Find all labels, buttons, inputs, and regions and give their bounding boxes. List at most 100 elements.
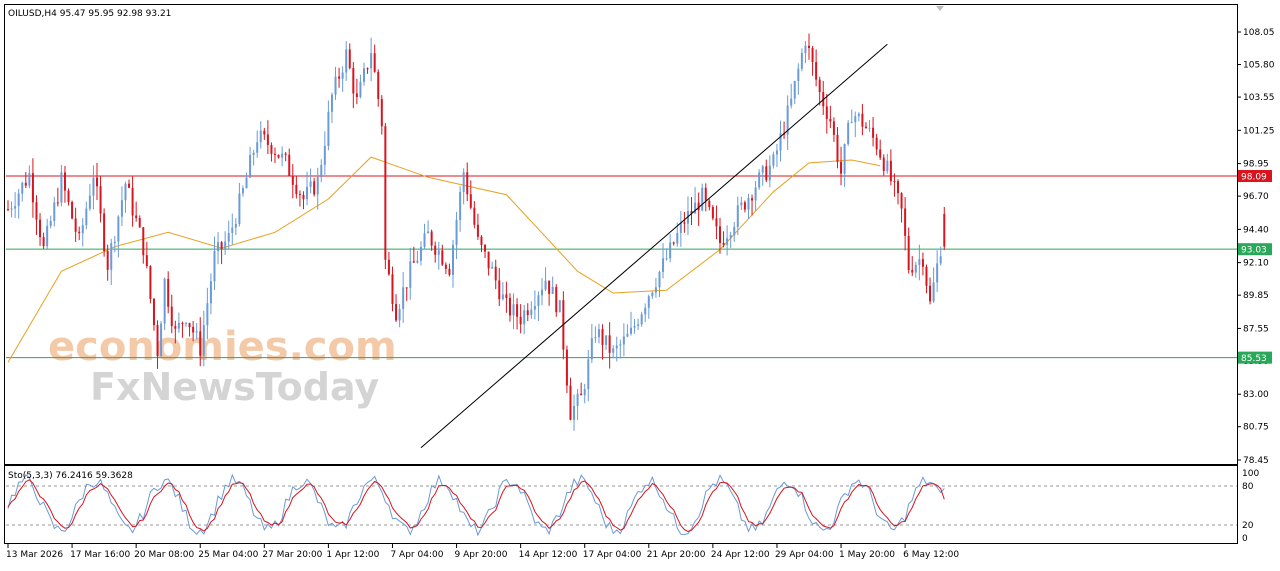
candle-body [217,242,220,252]
candle-body [537,295,540,306]
candle-body [601,329,604,345]
candle-body [590,338,593,360]
candle-body [28,173,31,186]
candle-body [505,294,508,299]
oscillator-header: Sto(5,3,3) 76.2416 59.3628 [8,471,133,481]
candle-body [277,154,280,158]
candle-body [583,389,586,396]
candle-body [412,261,415,263]
candle-body [330,94,333,112]
candle-body [907,235,910,271]
candle-body [516,304,519,317]
candle-body [612,348,615,353]
candle-body [847,122,850,144]
candle-body [897,181,899,194]
candle-body [676,232,679,244]
candle-body [508,298,511,316]
candle-body [199,331,202,356]
price-chart-svg: economies.com FxNewsToday 108.05 105.80 10… [4,4,1275,560]
time-tick-label: 24 Apr 12:00 [711,550,770,560]
candle-body [736,205,739,227]
candle-body [263,130,266,135]
candle-body [501,294,504,300]
candle-body [110,243,113,270]
candle-body [829,118,832,122]
candle-body [815,62,818,80]
candle-body [206,303,209,326]
candle-body [466,172,469,195]
candle-body [462,172,465,192]
candle-body [113,241,116,244]
candle-body [320,164,323,178]
candle-body [266,134,269,146]
price-tick-label: 103.55 [1243,93,1275,103]
candle-body [790,98,793,106]
candle-body [427,231,430,234]
candle-body [925,266,928,286]
candle-body [932,282,935,302]
candle-body [654,287,657,293]
candle-body [395,304,398,321]
candle-body [188,323,191,327]
candle-body [768,165,771,181]
candle-body [541,289,543,296]
candle-body [633,326,636,328]
candle-body [569,385,572,420]
candle-body [281,153,284,158]
candle-body [775,150,778,155]
candle-body [209,281,212,304]
stoch-tick-label: 20 [1242,521,1254,531]
candle-body [85,208,88,226]
candle-body [772,154,775,166]
candle-body [644,307,647,315]
candle-body [42,237,45,247]
candle-body [437,250,440,255]
candle-body [448,268,451,275]
candle-body [416,260,419,263]
candle-body [60,172,63,203]
stoch-tick-label: 100 [1242,469,1259,479]
candle-body [476,224,479,237]
candle-body [96,177,98,187]
candle-body [185,323,187,325]
candle-body [622,336,625,345]
candle-body [17,193,20,207]
candle-body [202,325,205,356]
candle-body [533,305,536,310]
price-tick-label: 78.45 [1243,456,1269,466]
price-tick-label: 92.10 [1243,259,1269,269]
candle-body [872,127,875,138]
candle-body [708,200,711,208]
candle-body [615,345,618,349]
candle-body [597,329,600,338]
candle-body [939,256,942,264]
candle-body [494,266,497,281]
level-label: 98.09 [1241,173,1267,183]
candle-body [323,145,326,165]
candle-body [249,155,252,178]
candle-body [836,134,839,162]
candle-body [626,333,629,337]
candle-body [729,235,732,239]
candle-body [71,201,74,219]
candle-body [387,259,390,275]
candle-body [929,285,932,302]
candle-body [419,246,422,261]
price-tick-label: 94.40 [1243,225,1269,235]
candle-body [904,208,907,236]
candle-body [672,242,675,244]
candle-body [701,187,704,211]
candle-body [893,181,896,183]
candle-body [434,245,437,255]
candle-body [142,227,145,256]
candle-body [565,349,568,386]
candle-body [594,337,597,339]
candle-body [480,236,483,245]
candle-body [10,208,13,210]
candle-body [46,225,49,247]
candle-body [758,172,761,188]
candle-body [135,215,138,219]
candle-body [484,244,487,252]
candle-body [719,226,721,243]
candle-body [868,127,871,129]
